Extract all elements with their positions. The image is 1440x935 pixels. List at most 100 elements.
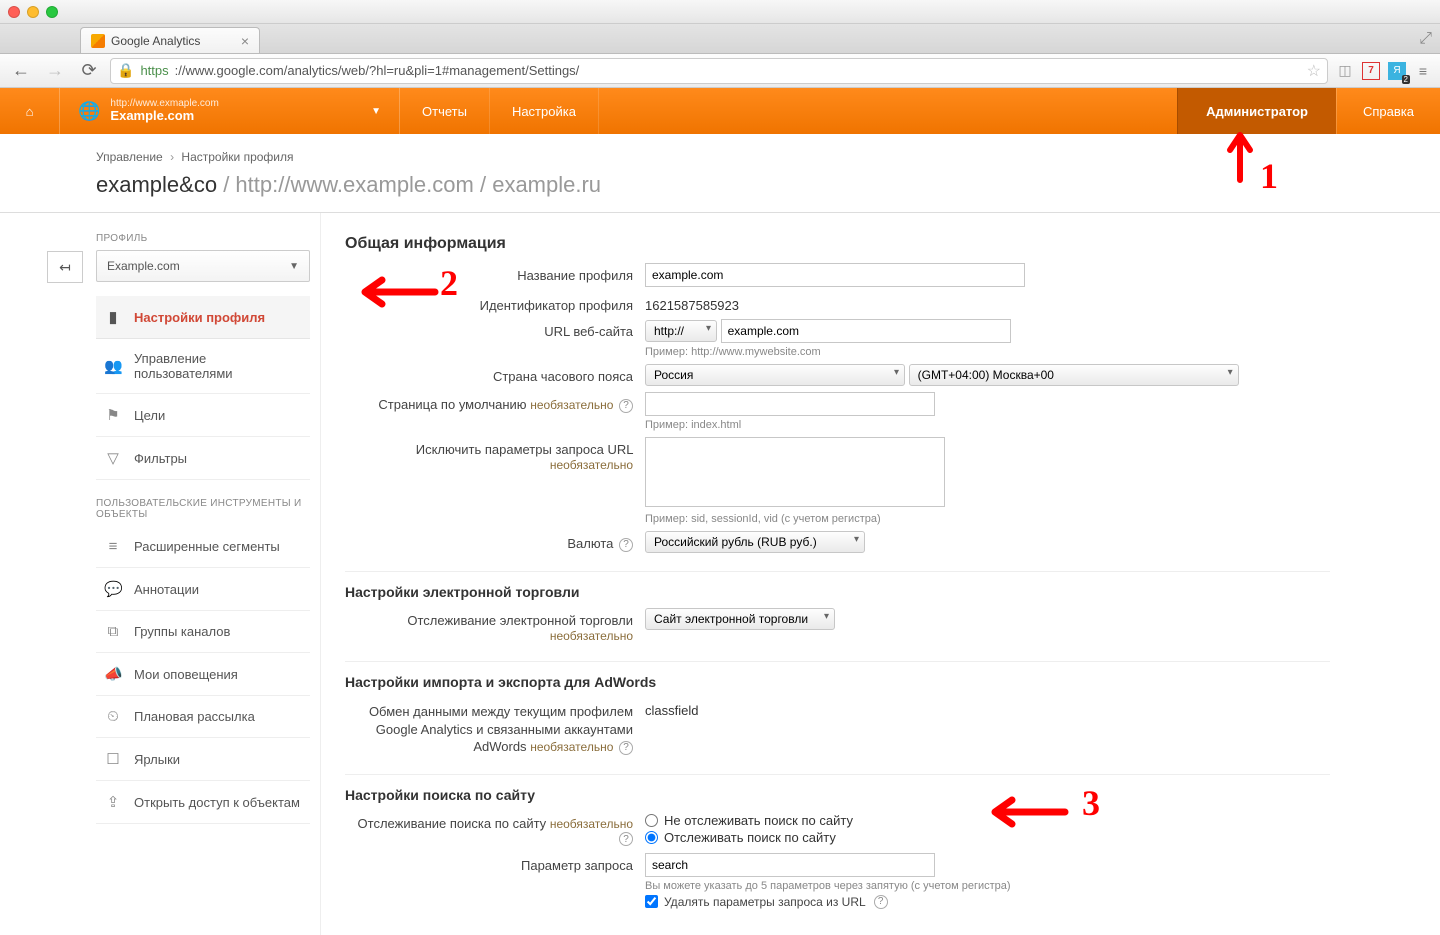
browser-toolbar: ← → ⟳ 🔒 https://www.google.com/analytics… <box>0 54 1440 88</box>
sidebar-item-goals[interactable]: ⚑ Цели <box>96 394 310 437</box>
caret-down-icon: ▼ <box>371 106 381 117</box>
forward-button[interactable]: → <box>42 58 68 84</box>
sidebar-item-scheduled-emails[interactable]: ⏲ Плановая рассылка <box>96 696 310 738</box>
exclude-params-hint: Пример: sid, sessionId, vid (с учетом ре… <box>645 513 1330 525</box>
lock-icon: 🔒 <box>117 62 134 79</box>
bookmark-star-icon[interactable]: ☆ <box>1307 61 1321 81</box>
browser-menu-icon[interactable]: ≡ <box>1414 62 1432 80</box>
megaphone-icon: 📣 <box>104 665 122 683</box>
sidebar-item-annotations[interactable]: 💬Аннотации <box>96 568 310 611</box>
profile-selector[interactable]: ↤ Example.com ▼ <box>96 250 310 282</box>
sidebar-item-alerts[interactable]: 📣Мои оповещения <box>96 653 310 696</box>
adwords-label: Обмен данными между текущим профилем Goo… <box>345 698 645 756</box>
site-url-protocol-select[interactable]: http:// <box>645 320 717 342</box>
sidebar-item-users[interactable]: 👥 Управление пользователями <box>96 339 310 394</box>
sidebar-profile-label: ПРОФИЛЬ <box>96 233 310 244</box>
section-site-search-title: Настройки поиска по сайту <box>345 774 1330 803</box>
ga-header: ⌂ 🌐 http://www.exmaple.com Example.com ▼… <box>0 88 1440 134</box>
site-url-input[interactable] <box>721 319 1011 343</box>
primary-nav: Отчеты Настройка <box>400 88 599 134</box>
default-page-hint: Пример: index.html <box>645 419 1330 431</box>
account-selector[interactable]: 🌐 http://www.exmaple.com Example.com ▼ <box>60 88 400 134</box>
tz-country-select[interactable]: Россия <box>645 364 905 386</box>
help-icon[interactable]: ? <box>619 538 633 552</box>
tab-close-icon[interactable]: × <box>241 33 249 49</box>
search-param-hint: Вы можете указать до 5 параметров через … <box>645 880 1330 892</box>
nav-setup[interactable]: Настройка <box>490 88 599 134</box>
breadcrumb-lvl1[interactable]: Управление <box>96 150 163 164</box>
sidebar-item-label: Управление пользователями <box>134 351 302 381</box>
help-icon[interactable]: ? <box>619 741 633 755</box>
profile-id-value: 1621587585923 <box>645 293 1330 313</box>
title-site: http://www.example.com <box>235 172 473 197</box>
window-close-icon[interactable] <box>8 6 20 18</box>
default-page-input[interactable] <box>645 392 935 416</box>
currency-select[interactable]: Российский рубль (RUB руб.) <box>645 531 865 553</box>
tz-select[interactable]: (GMT+04:00) Москва+00 <box>909 364 1239 386</box>
sidebar-item-shortcuts[interactable]: ☐Ярлыки <box>96 738 310 781</box>
sidebar-item-label: Плановая рассылка <box>134 709 255 724</box>
address-bar[interactable]: 🔒 https://www.google.com/analytics/web/?… <box>110 58 1328 84</box>
adwords-value: classfield <box>645 698 1330 718</box>
sidebar-item-label: Цели <box>134 408 165 423</box>
search-strip-checkbox[interactable]: Удалять параметры запроса из URL ? <box>645 895 1330 909</box>
exclude-params-textarea[interactable] <box>645 437 945 507</box>
sidebar: ПРОФИЛЬ ↤ Example.com ▼ ▮Настройки профи… <box>0 213 320 935</box>
page-content: Управление › Настройки профиля example&c… <box>0 134 1440 935</box>
back-tab-button[interactable]: ↤ <box>47 251 83 283</box>
ecom-track-label: Отслеживание электронной торговли необяз… <box>345 608 645 643</box>
window-minimize-icon[interactable] <box>27 6 39 18</box>
ext-icon-3[interactable]: Я2 <box>1388 62 1406 80</box>
main-panel: Общая информация Название профиля Иденти… <box>320 213 1440 935</box>
profile-id-label: Идентификатор профиля <box>345 293 645 313</box>
search-param-input[interactable] <box>645 853 935 877</box>
radio-label: Не отслеживать поиск по сайту <box>664 813 853 828</box>
ecom-track-select[interactable]: Сайт электронной торговли <box>645 608 835 630</box>
flag-icon: ⚑ <box>104 406 122 424</box>
window-zoom-icon[interactable] <box>46 6 58 18</box>
browser-tab[interactable]: Google Analytics × <box>80 27 260 53</box>
section-adwords-title: Настройки импорта и экспорта для AdWords <box>345 661 1330 690</box>
breadcrumb-lvl2: Настройки профиля <box>181 150 293 164</box>
sidebar-item-channel-groups[interactable]: ⧉Группы каналов <box>96 611 310 653</box>
sidebar-item-profile-settings[interactable]: ▮Настройки профиля <box>96 296 310 339</box>
funnel-icon: ▽ <box>104 449 122 467</box>
sidebar-item-segments[interactable]: ≡ Расширенные сегменты <box>96 526 310 568</box>
sidebar-item-label: Группы каналов <box>134 624 230 639</box>
search-radio-off[interactable]: Не отслеживать поиск по сайту <box>645 813 1330 828</box>
fullscreen-icon[interactable]: ⤢ <box>1419 30 1432 48</box>
title-account: example&co <box>96 172 217 197</box>
help-icon[interactable]: ? <box>619 832 633 846</box>
nav-reports[interactable]: Отчеты <box>400 88 490 134</box>
sidebar-item-filters[interactable]: ▽ Фильтры <box>96 437 310 480</box>
sidebar-item-label: Открыть доступ к объектам <box>134 795 300 810</box>
tz-country-label: Страна часового пояса <box>345 364 645 384</box>
url-protocol: https <box>140 63 168 78</box>
sidebar-item-label: Расширенные сегменты <box>134 539 280 554</box>
ext-icon-2[interactable]: 7 <box>1362 62 1380 80</box>
reload-button[interactable]: ⟳ <box>76 58 102 84</box>
sidebar-item-share-assets[interactable]: ⇪Открыть доступ к объектам <box>96 781 310 824</box>
profile-name-label: Название профиля <box>345 263 645 283</box>
sidebar-item-label: Фильтры <box>134 451 187 466</box>
nav-admin[interactable]: Администратор <box>1177 88 1336 134</box>
users-icon: 👥 <box>104 357 122 375</box>
search-radio-on[interactable]: Отслеживать поиск по сайту <box>645 830 1330 845</box>
annotation-icon: 💬 <box>104 580 122 598</box>
help-icon[interactable]: ? <box>874 895 888 909</box>
profile-name-input[interactable] <box>645 263 1025 287</box>
site-url-label: URL веб-сайта <box>345 319 645 339</box>
default-page-label: Страница по умолчанию необязательно ? <box>345 392 645 413</box>
search-param-label: Параметр запроса <box>345 853 645 873</box>
back-button[interactable]: ← <box>8 58 34 84</box>
clock-icon: ⏲ <box>104 708 122 725</box>
breadcrumb-sep: › <box>170 150 174 164</box>
segments-icon: ≡ <box>104 538 122 555</box>
home-button[interactable]: ⌂ <box>0 88 60 134</box>
checkbox-label: Удалять параметры запроса из URL <box>664 895 866 909</box>
ext-icon-1[interactable]: ◫ <box>1336 62 1354 80</box>
nav-help[interactable]: Справка <box>1336 88 1440 134</box>
caret-down-icon: ▼ <box>289 261 299 272</box>
help-icon[interactable]: ? <box>619 399 633 413</box>
shortcut-icon: ☐ <box>104 750 122 768</box>
